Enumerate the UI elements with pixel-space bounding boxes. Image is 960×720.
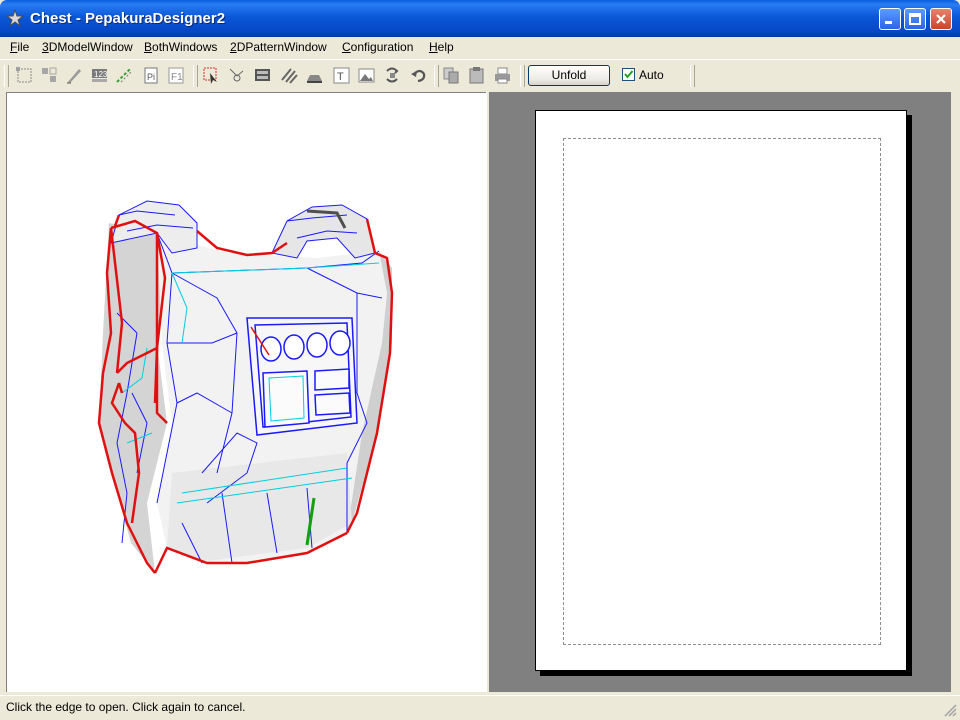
title-bar[interactable]: Chest - PepakuraDesigner2 [0,0,960,37]
menu-bar: File 3DModelWindow BothWindows 2DPattern… [0,37,960,59]
undo-icon[interactable] [408,65,429,86]
image-icon[interactable] [356,65,377,86]
menu-2dpatternwindow[interactable]: 2DPatternWindow [230,40,327,54]
print-icon[interactable] [492,65,513,86]
align-icon[interactable] [304,65,325,86]
menu-help[interactable]: Help [429,40,454,54]
join-edge-icon[interactable] [226,65,247,86]
toolbar-grip[interactable] [4,65,9,87]
menu-configuration[interactable]: Configuration [342,40,413,54]
minimize-icon [885,21,892,24]
close-button[interactable] [930,8,952,30]
menu-bothwindows[interactable]: BothWindows [144,40,217,54]
text-icon[interactable]: T [331,65,352,86]
svg-text:F1: F1 [171,72,183,83]
window-right-border [951,92,960,692]
number-icon[interactable]: 123 [89,65,110,86]
svg-text:Pi: Pi [147,72,155,82]
status-text: Click the edge to open. Click again to c… [6,700,246,714]
svg-text:123: 123 [94,70,108,79]
status-bar: Click the edge to open. Click again to c… [0,695,960,720]
paper-sheet[interactable] [535,110,907,671]
copy-icon[interactable] [441,65,462,86]
move-icon[interactable] [39,65,60,86]
2d-pattern-view[interactable] [489,92,951,692]
toolbar-separator [520,65,525,87]
toolbar: 123 Pi F1 T [0,59,960,91]
toolbar-separator [193,65,198,87]
paste-icon[interactable] [466,65,487,86]
menu-3dmodelwindow[interactable]: 3DModelWindow [42,40,133,54]
3d-model-view[interactable] [6,92,486,692]
flap-icon[interactable] [252,65,273,86]
menu-file[interactable]: File [10,40,29,54]
minimize-button[interactable] [879,8,901,30]
svg-text:T: T [337,71,344,83]
select-icon[interactable] [14,65,35,86]
chest-armor-model[interactable] [7,93,486,692]
close-icon [936,14,946,24]
pepakura-star-icon[interactable] [5,8,25,28]
resize-grip-icon[interactable] [943,703,957,717]
page-icon[interactable]: Pi [141,65,162,86]
maximize-icon [909,13,921,25]
checkbox-check-icon[interactable] [622,68,635,81]
flip-icon[interactable] [279,65,300,86]
toolbar-separator [434,65,439,87]
auto-label: Auto [639,68,664,82]
rotate-icon[interactable] [382,65,403,86]
unfold-button[interactable]: Unfold [528,65,610,86]
maximize-button[interactable] [904,8,926,30]
edit-icon[interactable] [64,65,85,86]
model-chest-panel [246,317,358,436]
edge-icon[interactable] [114,65,135,86]
select-face-icon[interactable] [201,65,222,86]
toolbar-separator [690,65,695,87]
print-margin [563,138,881,645]
window-title: Chest - PepakuraDesigner2 [30,10,226,27]
font-icon[interactable]: F1 [166,65,187,86]
